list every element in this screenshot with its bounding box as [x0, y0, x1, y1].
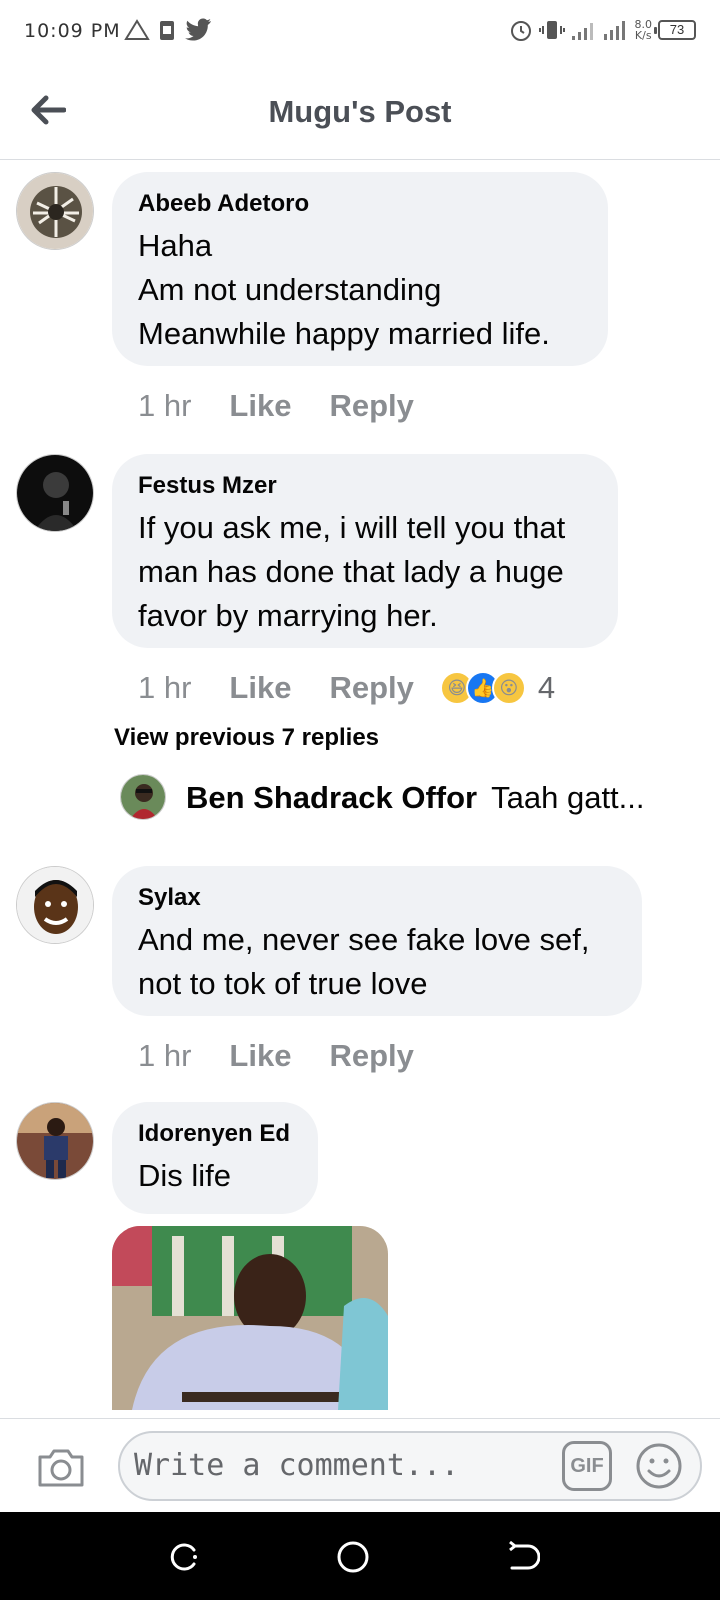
vibrate-icon: [538, 21, 565, 39]
comment-photo[interactable]: [112, 1226, 388, 1410]
camera-button[interactable]: [36, 1445, 86, 1489]
comment-text-line: favor by marrying her.: [138, 598, 438, 633]
system-nav-bar: [0, 1512, 720, 1600]
reply-button[interactable]: Reply: [329, 388, 413, 424]
clipboard-icon: [160, 21, 174, 40]
photo-image: [112, 1226, 388, 1410]
status-time: 10:09 PM: [24, 20, 121, 42]
wow-emoji-icon: 😮: [491, 671, 526, 705]
comment-bubble[interactable]: Abeeb Adetoro Haha Am not understanding …: [112, 172, 608, 366]
comment-text-line: Haha: [138, 228, 213, 263]
reply-button[interactable]: Reply: [329, 1038, 413, 1074]
reaction-count: 4: [537, 670, 556, 705]
comment-text-line: Dis life: [138, 1158, 232, 1193]
comment-time: 1 hr: [138, 670, 192, 705]
emoji-icon: [636, 1443, 682, 1489]
like-button[interactable]: Like: [229, 1038, 291, 1074]
home-icon: [337, 1541, 369, 1573]
recent-apps-button[interactable]: [166, 1540, 200, 1574]
comment-time: 1 hr: [138, 1038, 192, 1073]
comment-author[interactable]: Abeeb Adetoro: [138, 190, 582, 218]
comment-text-line: If you ask me, i will tell you that: [138, 510, 566, 545]
reply-button[interactable]: Reply: [329, 670, 413, 706]
comment-text-line: Meanwhile happy married life.: [138, 316, 550, 351]
comment-text-line: not to tok of true love: [138, 966, 428, 1001]
status-bar: 10:09 PM 8.0 K/s 73: [0, 0, 720, 64]
camera-icon: [38, 1449, 84, 1487]
avatar-ben: [120, 774, 166, 820]
view-previous-replies[interactable]: View previous 7 replies: [114, 724, 379, 752]
avatar-image: [121, 775, 165, 819]
reply-preview[interactable]: Ben Shadrack Offor Taah gatt...: [120, 774, 645, 820]
comment-bubble[interactable]: Sylax And me, never see fake love sef, n…: [112, 866, 642, 1016]
alarm-icon: [510, 21, 531, 41]
avatar-sylax[interactable]: [16, 866, 94, 944]
reply-author: Ben Shadrack Offor: [186, 780, 478, 815]
avatar-image: [17, 867, 93, 943]
page-title: Mugu's Post: [268, 94, 452, 129]
comment-text-line: Am not understanding: [138, 272, 442, 307]
comment-composer: Write a comment... GIF: [0, 1418, 720, 1512]
battery-indicator: 73: [654, 20, 696, 40]
comment-input[interactable]: Write a comment...: [118, 1431, 702, 1501]
avatar-image: [17, 1103, 93, 1179]
post-header: Mugu's Post: [0, 64, 720, 160]
reaction-summary[interactable]: 😆 👍 😮 4: [439, 670, 556, 706]
system-icons: 8.0 K/s 73: [509, 18, 696, 42]
like-button[interactable]: Like: [229, 670, 291, 706]
comment-text-line: And me, never see fake love sef,: [138, 922, 590, 957]
like-button[interactable]: Like: [229, 388, 291, 424]
comment-bubble[interactable]: Festus Mzer If you ask me, i will tell y…: [112, 454, 618, 648]
signal-icon: [571, 23, 593, 40]
drive-icon: [124, 19, 150, 40]
comment-actions: 1 hr Like Reply: [138, 1038, 452, 1074]
twitter-icon: [185, 18, 211, 41]
avatar-idorenyen[interactable]: [16, 1102, 94, 1180]
gif-button[interactable]: GIF: [562, 1441, 612, 1491]
avatar-festus[interactable]: [16, 454, 94, 532]
avatar-abeeb[interactable]: [16, 172, 94, 250]
comment-bubble[interactable]: Idorenyen Ed Dis life: [112, 1102, 318, 1214]
signal-icon-2: [603, 21, 625, 40]
notification-icons: [124, 18, 212, 42]
comment-author[interactable]: Festus Mzer: [138, 472, 592, 500]
net-speed: 8.0 K/s: [635, 19, 653, 41]
back-nav-icon: [509, 1540, 541, 1570]
comment-text-line: man has done that lady a huge: [138, 554, 564, 589]
comment-actions: 1 hr Like Reply 😆 👍 😮 4: [138, 670, 555, 706]
back-nav-button[interactable]: [506, 1540, 541, 1574]
home-button[interactable]: [336, 1540, 370, 1574]
comment-actions: 1 hr Like Reply: [138, 388, 452, 424]
comment-time: 1 hr: [138, 388, 192, 423]
net-speed-unit: K/s: [634, 29, 652, 42]
avatar-image: [17, 455, 93, 531]
reply-text: Taah gatt...: [491, 780, 645, 815]
recent-apps-icon: [170, 1543, 197, 1571]
comment-author[interactable]: Idorenyen Ed: [138, 1120, 292, 1148]
comment-author[interactable]: Sylax: [138, 884, 616, 912]
avatar-image: [17, 173, 93, 249]
emoji-button[interactable]: [634, 1441, 684, 1491]
